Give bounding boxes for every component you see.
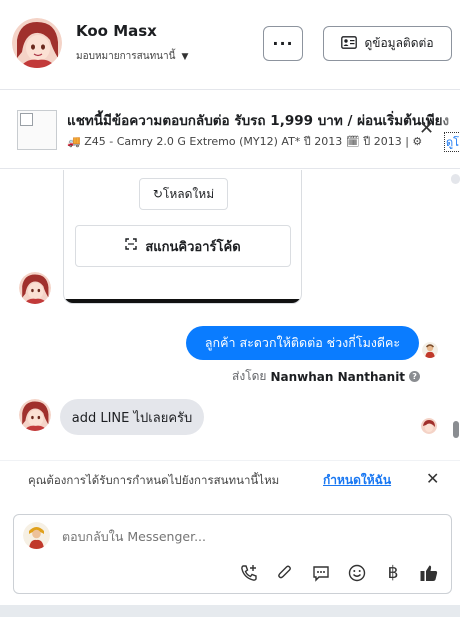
scan-qr-label: สแกนคิวอาร์โค้ด xyxy=(145,239,241,255)
agent-avatar xyxy=(23,522,50,549)
reply-input[interactable] xyxy=(62,529,362,544)
reply-composer: ฿ xyxy=(13,514,452,594)
sent-by-line: ส่งโดย Nanwhan Nanthanit ? xyxy=(232,367,421,386)
view-contact-info-label: ดูข้อมูลติดต่อ xyxy=(364,36,434,50)
close-icon[interactable]: ✕ xyxy=(419,118,434,139)
read-receipt-avatar xyxy=(422,342,438,358)
more-options-button[interactable]: ··· xyxy=(263,26,303,61)
reload-button[interactable]: ↻โหลดใหม่ xyxy=(139,178,228,210)
assign-dropdown[interactable]: มอบหมายการสนทนานี้ ▼ xyxy=(76,49,188,64)
view-contact-info-button[interactable]: ดูข้อมูลติดต่อ xyxy=(323,26,452,61)
sender-name: Nanwhan Nanthanit xyxy=(270,369,406,384)
conversation-header: Koo Masx มอบหมายการสนทนานี้ ▼ ··· ดูข้อม… xyxy=(0,0,460,90)
contact-card-icon xyxy=(341,35,358,52)
like-icon[interactable] xyxy=(418,562,440,584)
smile-icon[interactable] xyxy=(346,562,368,584)
messenger-panel: Koo Masx มอบหมายการสนทนานี้ ▼ ··· ดูข้อม… xyxy=(0,0,460,605)
message-icon[interactable] xyxy=(310,562,332,584)
assign-prompt-text: คุณต้องการได้รับการกำหนดไปยังการสนทนานี้… xyxy=(28,473,280,487)
listing-thumbnail xyxy=(17,110,57,150)
read-receipt-avatar xyxy=(421,418,437,434)
close-icon[interactable]: ✕ xyxy=(426,469,439,488)
listing-context-bar: แชทนี้มีข้อความตอบกลับต่อ รับรถ 1,999 บา… xyxy=(0,91,460,169)
assign-to-me-link[interactable]: กำหนดให้ฉัน xyxy=(323,471,391,490)
contact-name: Koo Masx xyxy=(76,22,157,40)
outgoing-message[interactable]: ลูกค้า สะดวกให้ติดต่อ ช่วงกี่โมงดีคะ xyxy=(186,326,419,360)
listing-title: แชทนี้มีข้อความตอบกลับต่อ รับรถ 1,999 บา… xyxy=(67,113,450,129)
scan-qr-button[interactable]: สแกนคิวอาร์โค้ด xyxy=(75,225,291,267)
scrollbar-top[interactable] xyxy=(451,174,460,184)
help-icon[interactable]: ? xyxy=(409,371,421,382)
contact-avatar xyxy=(19,272,51,304)
assign-prompt-bar: คุณต้องการได้รับการกำหนดไปยังการสนทนานี้… xyxy=(0,460,460,498)
message-thread[interactable]: ↻โหลดใหม่ สแกนคิวอาร์โค้ด ลูกค้า สะดวกให… xyxy=(0,170,460,460)
paperclip-icon[interactable] xyxy=(274,562,296,584)
scrollbar-thumb[interactable] xyxy=(453,421,459,438)
qr-code-card: ↻โหลดใหม่ สแกนคิวอาร์โค้ด xyxy=(63,170,302,304)
listing-fade xyxy=(438,99,460,129)
view-listing-link[interactable]: ดูโ xyxy=(444,132,460,152)
contact-avatar[interactable] xyxy=(12,18,62,68)
sent-by-prefix: ส่งโดย xyxy=(232,369,267,383)
phone-add-icon[interactable] xyxy=(238,562,260,584)
qr-scan-icon xyxy=(125,238,138,254)
incoming-message[interactable]: add LINE ไปเลยครับ xyxy=(60,399,204,435)
listing-subtitle: 🚚 Z45 - Camry 2.0 G Extremo (MY12) AT* ป… xyxy=(67,135,423,148)
composer-toolbar: ฿ xyxy=(238,562,440,584)
contact-avatar xyxy=(19,399,51,431)
caret-down-icon: ▼ xyxy=(181,51,189,62)
assign-label: มอบหมายการสนทนานี้ xyxy=(76,51,176,62)
page-footer-strip xyxy=(0,605,460,617)
baht-icon[interactable]: ฿ xyxy=(382,562,404,584)
card-divider xyxy=(64,299,301,303)
